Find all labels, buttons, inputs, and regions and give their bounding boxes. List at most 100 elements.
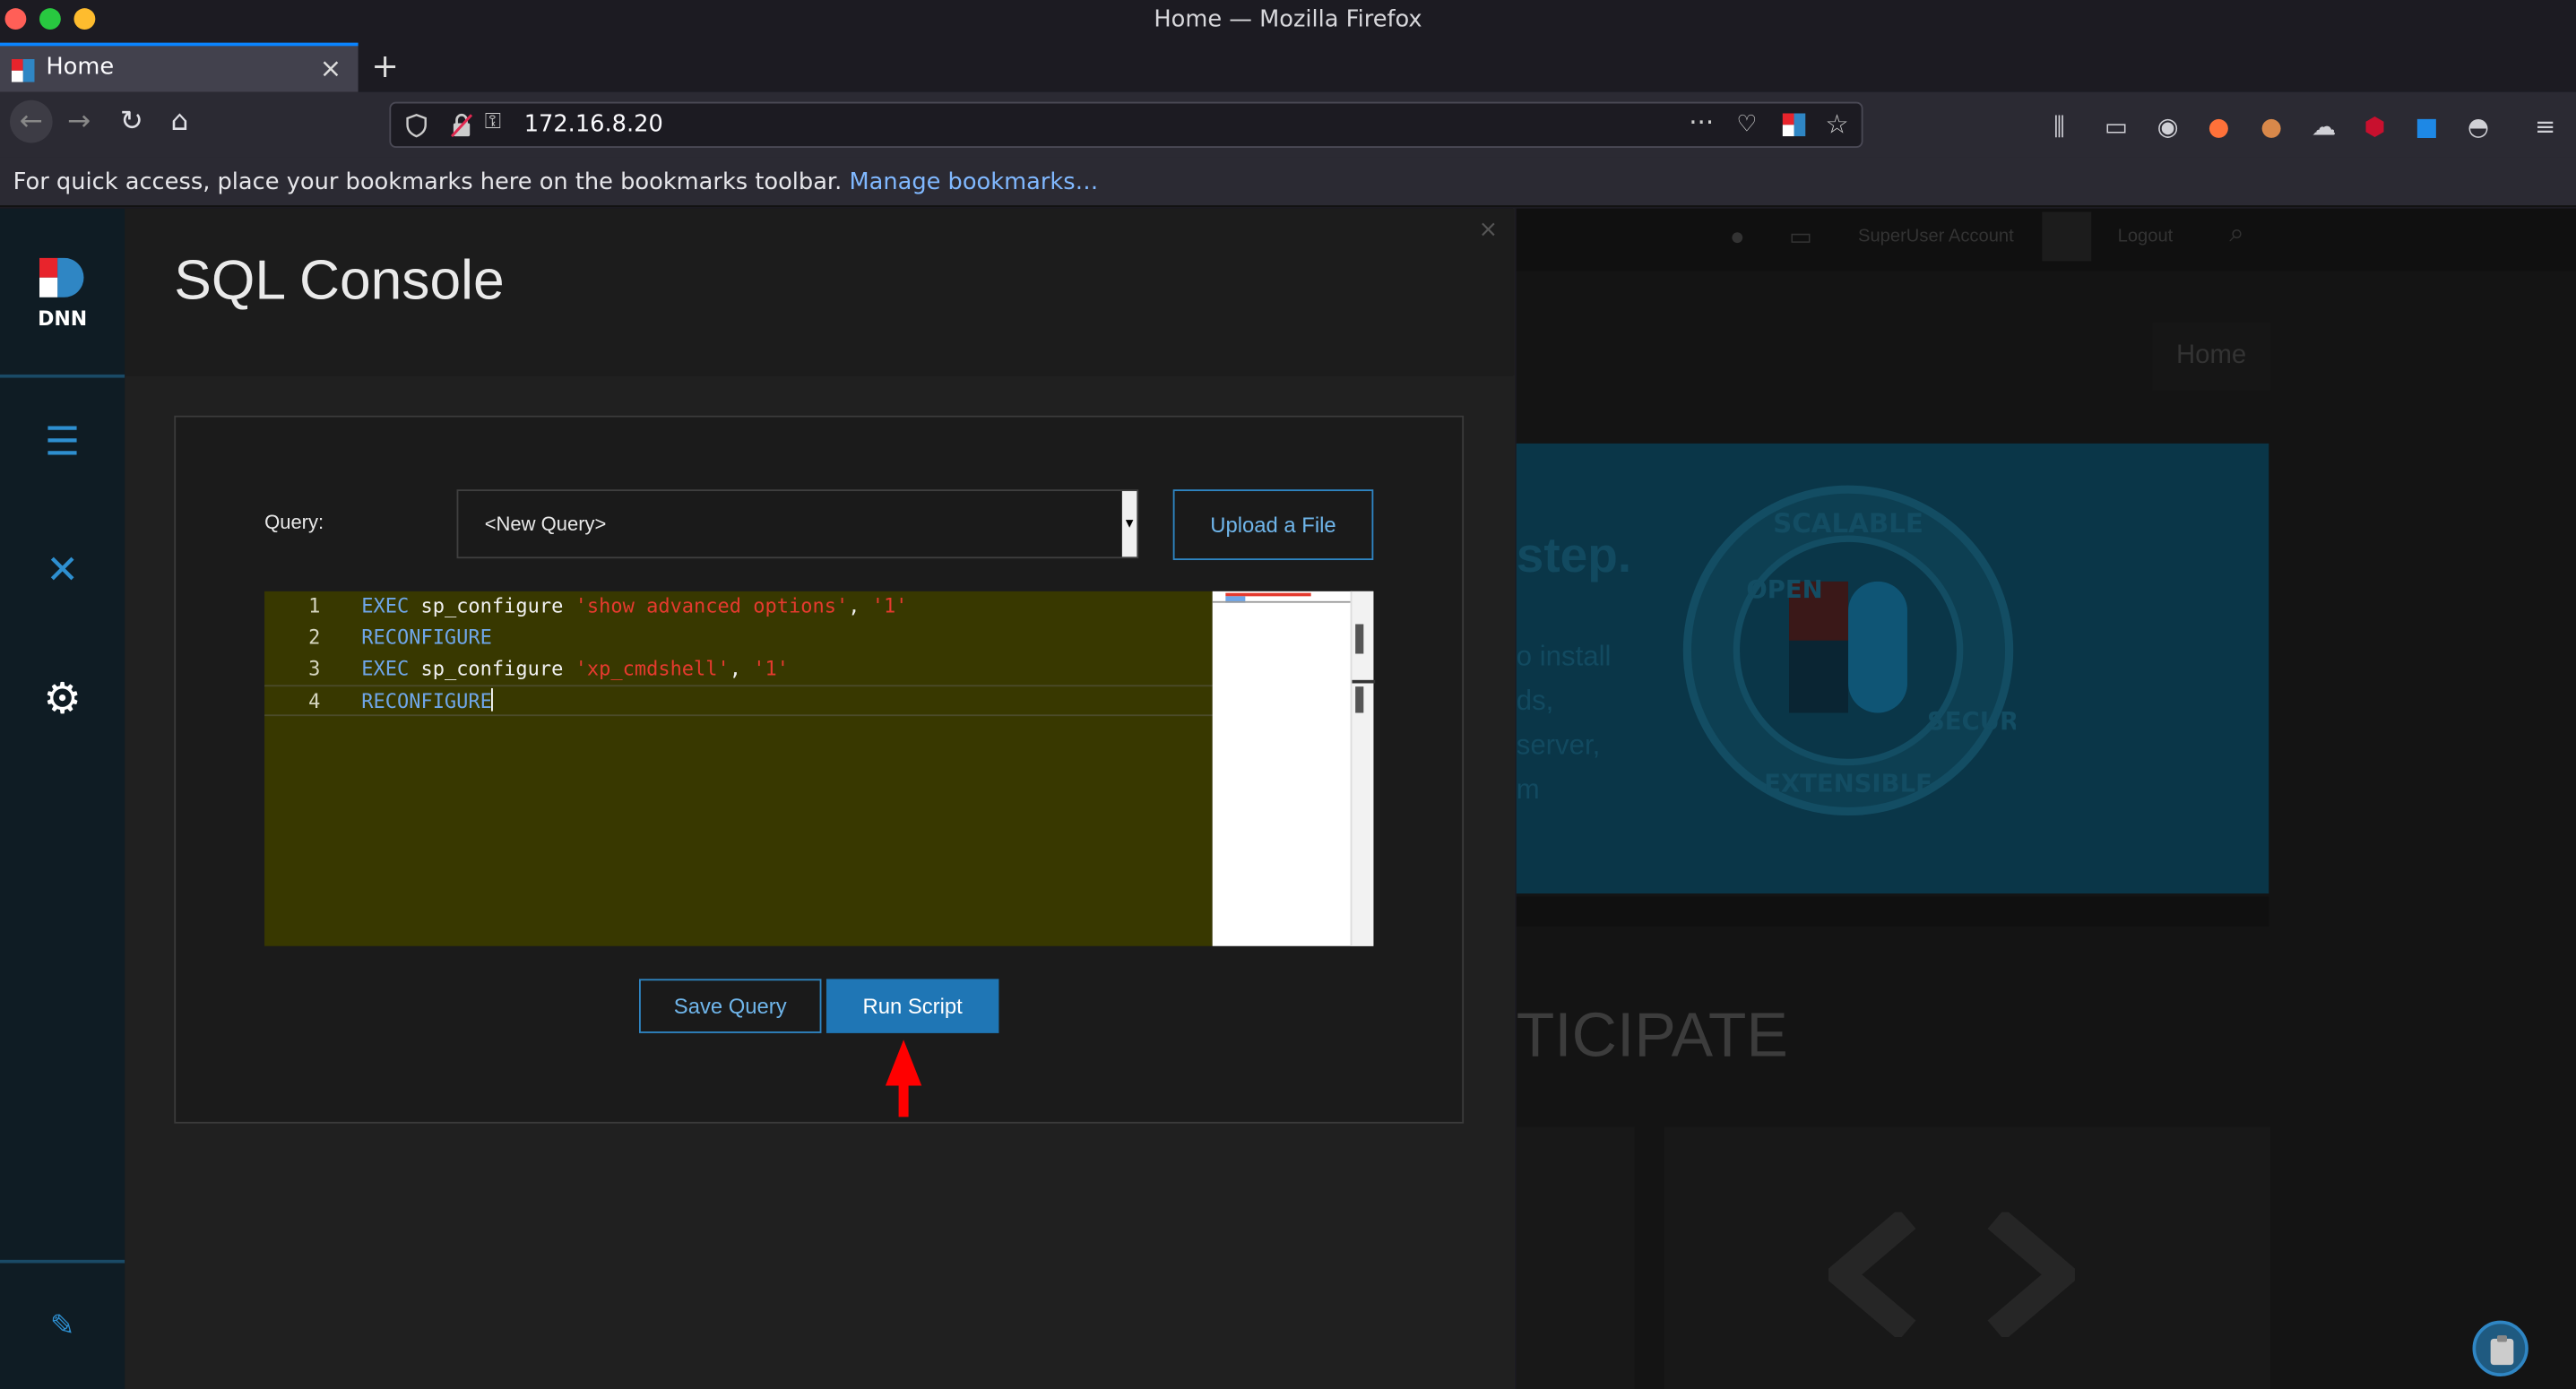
cookie-extension-icon[interactable]: ● <box>2260 112 2282 142</box>
minimap-viewport <box>1212 600 1351 603</box>
tab-close-icon[interactable]: × <box>320 53 342 84</box>
dnn-extension-icon[interactable] <box>1782 113 1806 137</box>
user-avatar[interactable] <box>2042 211 2092 262</box>
account-icon[interactable]: ◉ <box>2157 112 2179 142</box>
panel-close-icon[interactable]: × <box>1479 217 1499 243</box>
bookmark-star-icon[interactable]: ☆ <box>1825 108 1848 140</box>
site-card <box>1664 1126 2271 1389</box>
home-icon[interactable]: ⌂ <box>171 105 189 138</box>
persona-bar: DNN ☰ ✕ ⚙ ✎ <box>0 208 125 1389</box>
dnn-logo-text: DNN <box>38 308 87 330</box>
chevron-down-icon[interactable]: ▼ <box>1121 491 1137 557</box>
tab-home[interactable]: Home × <box>0 42 359 92</box>
site-card <box>1516 1126 1635 1389</box>
code-identifier: sp_configure <box>409 657 575 680</box>
scrollbar-thumb[interactable] <box>1355 686 1364 713</box>
code-separator: , <box>729 657 754 680</box>
ublock-icon[interactable]: ⬢ <box>2364 112 2386 142</box>
tab-label: Home <box>46 54 115 81</box>
extension-glasses-icon[interactable]: ☁ <box>2312 112 2336 142</box>
save-query-button[interactable]: Save Query <box>638 979 822 1033</box>
maximize-window-button[interactable] <box>39 8 61 30</box>
dnn-logo[interactable]: DNN <box>36 257 89 331</box>
code-string: '1' <box>871 594 908 618</box>
manage-tools-icon[interactable]: ✕ <box>0 547 125 592</box>
code-string: 'xp_cmdshell' <box>575 657 730 680</box>
menu-hamburger-icon[interactable]: ≡ <box>2535 112 2555 142</box>
code-keyword: RECONFIGURE <box>361 689 492 713</box>
code-string: 'show advanced options' <box>575 594 849 618</box>
code-line: 2 RECONFIGURE <box>264 623 1213 654</box>
close-window-button[interactable] <box>4 8 27 30</box>
line-number: 2 <box>308 625 321 649</box>
pocket-icon[interactable]: ♡ <box>1736 112 1757 138</box>
code-line-active: 4 RECONFIGURE <box>264 685 1213 717</box>
clipboard-floating-button[interactable] <box>2472 1320 2528 1376</box>
upload-file-button[interactable]: Upload a File <box>1172 489 1374 561</box>
text-cursor <box>491 687 494 712</box>
messages-icon[interactable]: ▭ <box>1789 221 1812 251</box>
search-icon[interactable]: ⌕ <box>2229 220 2243 250</box>
hero-line: m <box>1516 773 1540 806</box>
extension-spy-icon[interactable]: ◓ <box>2468 112 2489 142</box>
hero-heading: step. <box>1516 529 1632 583</box>
code-brackets-icon <box>1828 1212 2075 1337</box>
bookmarks-hint: For quick access, place your bookmarks h… <box>13 168 843 196</box>
reload-icon[interactable]: ↻ <box>120 105 143 138</box>
settings-gear-icon[interactable]: ⚙ <box>0 675 125 724</box>
user-account-link[interactable]: SuperUser Account <box>1858 227 2014 246</box>
bookmarks-toolbar: For quick access, place your bookmarks h… <box>0 157 2576 207</box>
scrollbar-marker <box>1352 679 1376 684</box>
page-actions-icon[interactable]: ··· <box>1689 107 1714 138</box>
badge-word: SCALABLE <box>1773 508 1923 539</box>
site-nav-home[interactable]: Home <box>2152 322 2271 392</box>
badge-word: SECURE <box>1927 707 2016 736</box>
window-titlebar: Home — Mozilla Firefox <box>0 0 2576 39</box>
new-tab-button[interactable]: + <box>371 46 399 85</box>
hero-line: server, <box>1516 729 1601 761</box>
editor-minimap[interactable] <box>1212 591 1376 946</box>
logout-link[interactable]: Logout <box>2118 227 2174 246</box>
line-number: 3 <box>308 657 321 680</box>
dnn-badge-logo: SCALABLE OPEN EXTENSIBLE SECURE <box>1682 485 2016 816</box>
minimize-window-button[interactable] <box>73 8 96 30</box>
query-select[interactable]: <New Query> ▼ <box>456 489 1139 559</box>
code-keyword: EXEC <box>361 657 410 680</box>
line-number: 1 <box>308 594 321 618</box>
hero-banner: step. o install ds, server, m SCALABLE O… <box>1516 443 2269 894</box>
sidebar-divider <box>0 1259 125 1264</box>
run-script-button[interactable]: Run Script <box>826 979 999 1033</box>
line-number: 4 <box>308 689 321 713</box>
library-icon[interactable]: ⫼ <box>2053 112 2065 142</box>
editor-scrollbar[interactable] <box>1350 591 1376 946</box>
sidebar-divider <box>0 374 125 378</box>
manage-bookmarks-link[interactable]: Manage bookmarks… <box>849 169 1098 195</box>
clipboard-icon <box>2490 1335 2514 1366</box>
sidebar-toggle-icon[interactable]: ▭ <box>2105 112 2128 142</box>
hero-line: o install <box>1516 640 1612 672</box>
query-select-value: <New Query> <box>484 512 607 536</box>
query-label: Query: <box>264 511 324 534</box>
badge-word: EXTENSIBLE <box>1764 769 1932 798</box>
key-icon: ⚿ <box>484 109 501 135</box>
dnn-favicon-icon <box>11 58 35 82</box>
page-title: SQL Console <box>174 249 505 313</box>
red-arrow-annotation <box>885 1040 922 1117</box>
scrollbar-thumb[interactable] <box>1355 624 1364 654</box>
edit-pencil-icon[interactable]: ✎ <box>0 1309 125 1343</box>
address-bar[interactable]: ⚿ 172.16.8.20 ··· ♡ ☆ <box>389 101 1863 148</box>
code-line: 1 EXEC sp_configure 'show advanced optio… <box>264 591 1213 623</box>
notification-icon[interactable]: ● <box>1730 223 1745 251</box>
code-identifier: sp_configure <box>409 594 575 618</box>
extension-s-icon[interactable]: ■ <box>2415 112 2438 142</box>
content-icon[interactable]: ☰ <box>0 418 125 464</box>
url-text: 172.16.8.20 <box>523 111 663 138</box>
back-arrow-icon[interactable]: ← <box>9 99 53 143</box>
forward-arrow-icon[interactable]: → <box>67 105 91 138</box>
code-keyword: EXEC <box>361 594 410 618</box>
code-keyword: RECONFIGURE <box>361 625 492 649</box>
extension-fox-icon[interactable]: ● <box>2208 112 2229 142</box>
code-string: '1' <box>753 657 790 680</box>
sql-code-editor[interactable]: 1 EXEC sp_configure 'show advanced optio… <box>264 591 1213 946</box>
insecure-lock-icon <box>450 114 473 138</box>
